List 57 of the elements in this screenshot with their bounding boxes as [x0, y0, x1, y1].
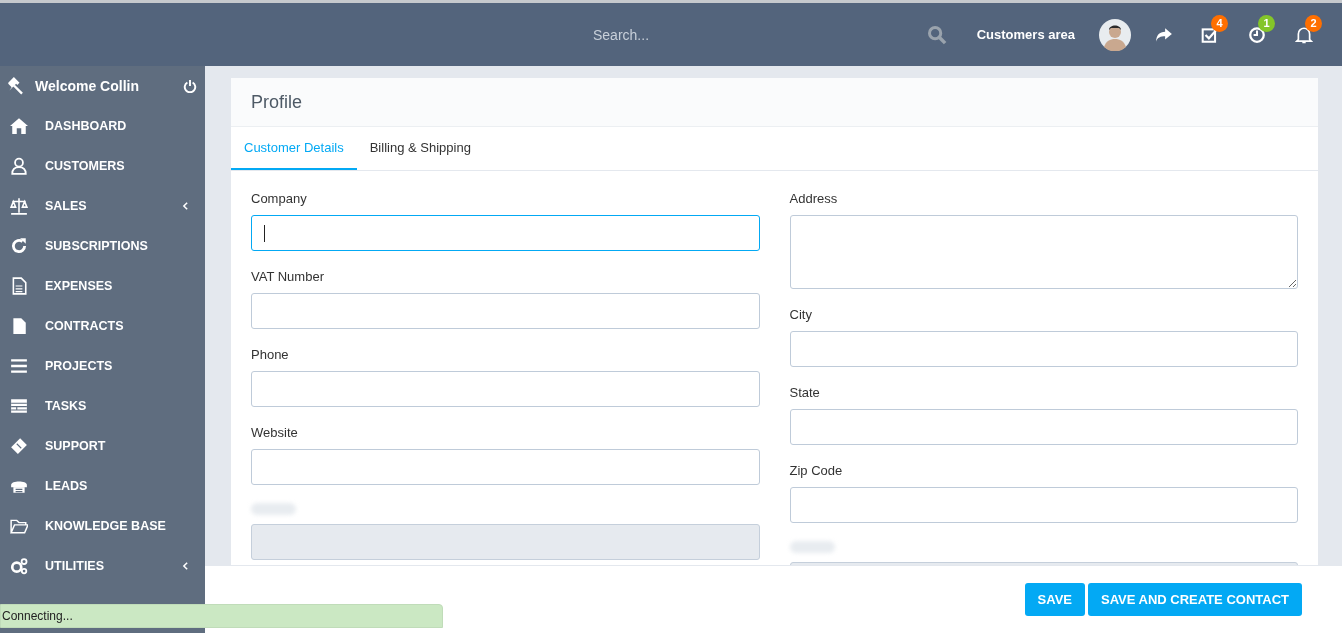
card-title: Profile — [251, 91, 303, 113]
sidebar-item[interactable]: SALES — [0, 186, 205, 226]
tab[interactable]: Billing & Shipping — [356, 127, 484, 170]
gears-icon — [10, 557, 28, 575]
input-field[interactable] — [251, 215, 760, 251]
bell-icon[interactable] — [1295, 25, 1313, 44]
sidebar-item[interactable]: CONTRACTS — [0, 306, 205, 346]
field-label: Company — [251, 191, 308, 206]
input-field[interactable] — [789, 331, 1298, 367]
sidebar-item[interactable]: CUSTOMERS — [0, 146, 205, 186]
avatar[interactable] — [1099, 18, 1131, 51]
text-cursor — [264, 225, 265, 242]
home-icon — [10, 117, 28, 135]
field-label: Phone — [251, 347, 290, 362]
refresh-icon — [10, 237, 28, 255]
welcome-text: Welcome Collin — [35, 78, 139, 94]
sidebar-item[interactable]: LEADS — [0, 466, 205, 506]
sidebar-item[interactable]: UTILITIES — [0, 546, 205, 586]
field-label: State — [789, 385, 821, 400]
folder-icon — [10, 517, 28, 535]
customers-area-link[interactable]: Customers area — [976, 27, 1075, 42]
field-label: Address — [789, 191, 839, 206]
hammer-icon — [6, 77, 24, 95]
ticket-icon — [10, 437, 28, 455]
sidebar-item[interactable]: EXPENSES — [0, 266, 205, 306]
field-label: City — [789, 307, 813, 322]
input-field[interactable] — [789, 487, 1298, 523]
document-icon — [10, 317, 28, 335]
checkbox-icon[interactable] — [1201, 25, 1219, 44]
count-badge: 4 — [1211, 14, 1228, 32]
power-icon[interactable] — [183, 79, 197, 93]
list-icon — [10, 357, 28, 375]
sidebar-item[interactable]: TASKS — [0, 386, 205, 426]
address-field[interactable] — [789, 215, 1298, 289]
input-field[interactable] — [251, 371, 760, 407]
input-field[interactable] — [251, 449, 760, 485]
search-icon[interactable] — [926, 24, 947, 45]
sidebar-item[interactable]: DASHBOARD — [0, 106, 205, 146]
sidebar-item[interactable]: SUPPORT — [0, 426, 205, 466]
scale-icon — [10, 197, 28, 215]
document-icon — [10, 277, 28, 295]
sidebar-item[interactable]: SUBSCRIPTIONS — [0, 226, 205, 266]
field-label: Website — [251, 425, 299, 440]
sidebar-item[interactable]: PROJECTS — [0, 346, 205, 386]
input-field[interactable] — [251, 293, 760, 329]
field-label: VAT Number — [251, 269, 325, 284]
count-badge: 1 — [1258, 14, 1275, 32]
sidebar-item[interactable]: KNOWLEDGE BASE — [0, 506, 205, 546]
input-field[interactable] — [789, 409, 1298, 445]
tasks-icon — [10, 397, 28, 415]
count-badge: 2 — [1305, 14, 1322, 32]
user-icon — [10, 157, 28, 175]
search-field[interactable]: Search... — [585, 22, 861, 47]
clock-icon[interactable] — [1248, 25, 1266, 44]
tab[interactable]: Customer Details — [231, 127, 357, 170]
status-toast: Connecting... — [0, 604, 443, 628]
field-label: Zip Code — [789, 463, 844, 478]
